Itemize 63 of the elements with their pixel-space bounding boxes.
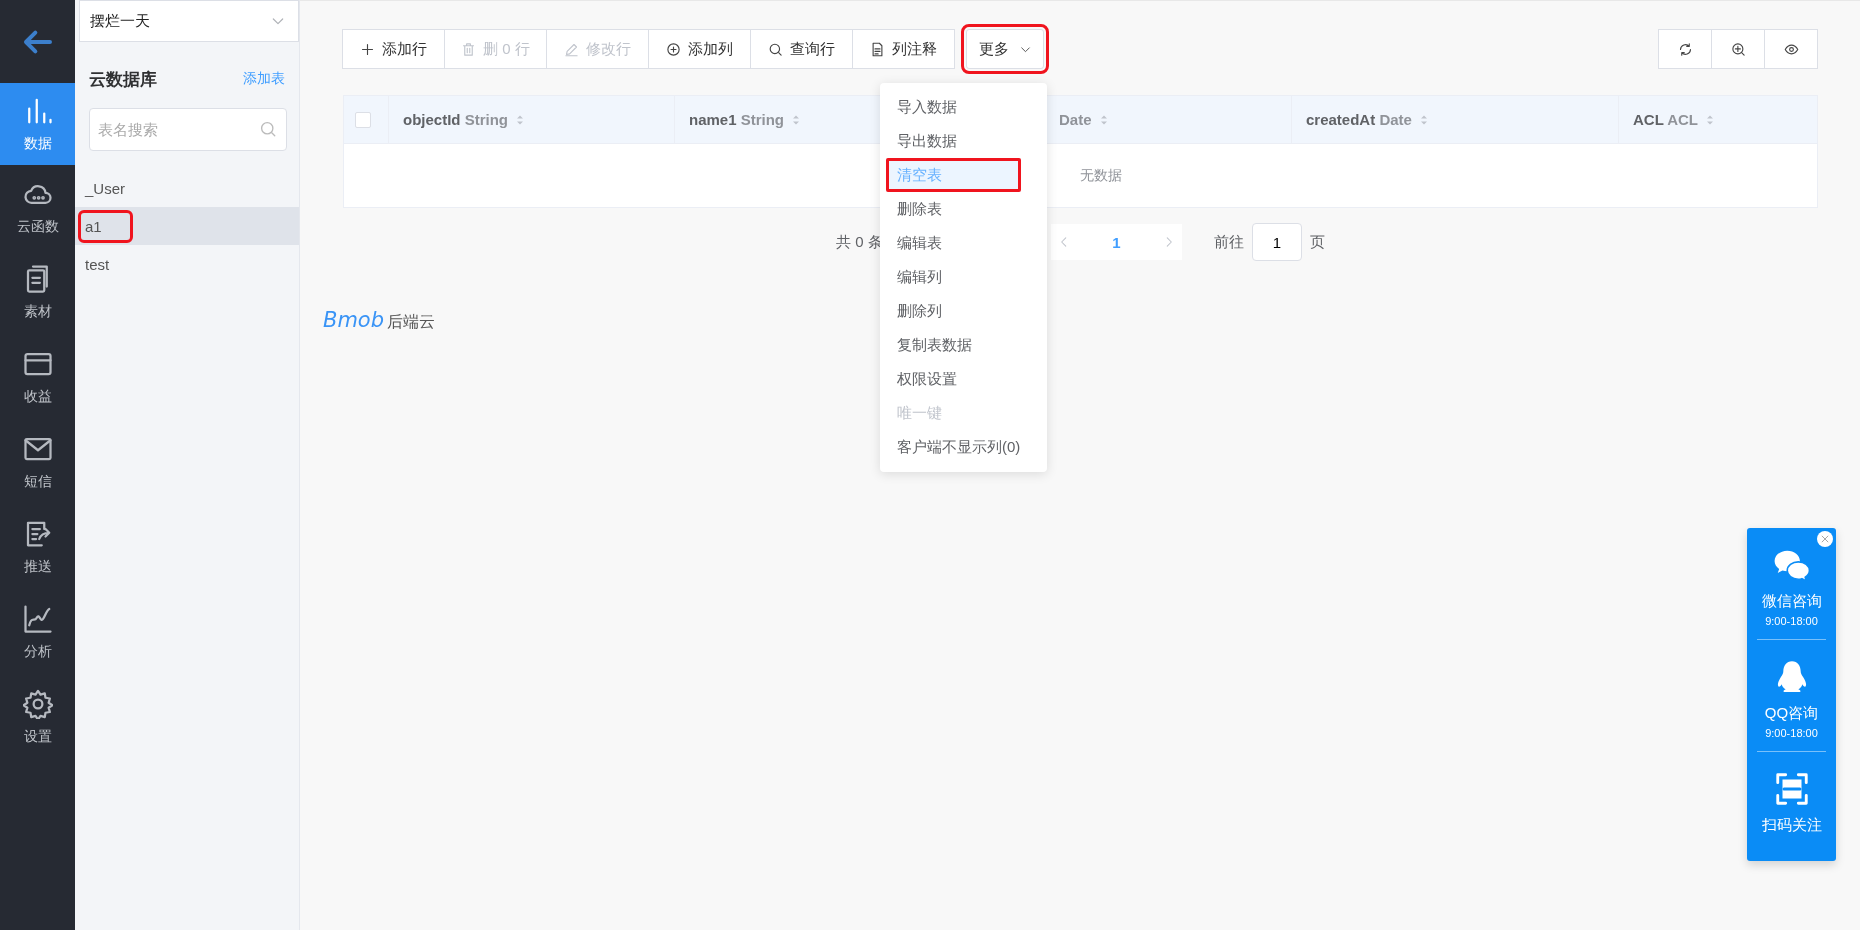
menu-item[interactable]: 导出数据 bbox=[880, 124, 1047, 158]
page-input[interactable]: 1 bbox=[1251, 223, 1302, 261]
menu-item[interactable]: 导入数据 bbox=[880, 90, 1047, 124]
plus-circle-icon bbox=[666, 41, 681, 57]
column-header: createdAt Date bbox=[1306, 111, 1412, 128]
menu-item[interactable]: 删除列 bbox=[880, 294, 1047, 328]
goto-label: 前往 bbox=[1213, 232, 1244, 252]
nav-item[interactable]: 设置 bbox=[0, 675, 75, 760]
search-field[interactable]: 表名搜索 bbox=[89, 108, 287, 151]
eye-button[interactable] bbox=[1764, 29, 1818, 69]
service-hours: 9:00-18:00 bbox=[1765, 727, 1818, 739]
gear-icon bbox=[22, 689, 53, 719]
zoom-in-icon bbox=[1730, 41, 1746, 57]
table-name: test bbox=[84, 254, 111, 275]
contact-label[interactable]: 微信咨询 bbox=[1761, 592, 1822, 611]
nav-item[interactable]: 短信 bbox=[0, 420, 75, 505]
refresh-button[interactable] bbox=[1658, 29, 1712, 69]
logo-caption: 后端云 bbox=[387, 312, 436, 332]
column-header: ACL ACL bbox=[1633, 111, 1698, 128]
table-name: _User bbox=[83, 178, 126, 199]
nav-item[interactable]: 分析 bbox=[0, 590, 75, 675]
table-list-item[interactable]: a1 bbox=[75, 207, 299, 245]
toolbar-button[interactable]: 查询行 bbox=[750, 29, 853, 69]
pen-icon bbox=[564, 41, 579, 57]
select-all-checkbox[interactable] bbox=[355, 111, 371, 128]
project-select[interactable]: 摆烂一天 bbox=[79, 0, 299, 42]
plus-icon bbox=[360, 41, 375, 57]
eye-icon bbox=[1783, 41, 1799, 57]
close-icon[interactable] bbox=[1817, 531, 1833, 547]
contact-label[interactable]: QQ咨询 bbox=[1764, 704, 1819, 723]
empty-text: 无数据 bbox=[1079, 166, 1122, 185]
menu-item[interactable]: 权限设置 bbox=[880, 362, 1047, 396]
column-header: objectId String bbox=[403, 111, 509, 128]
document-icon bbox=[870, 41, 885, 57]
menu-item[interactable]: 删除表 bbox=[880, 192, 1047, 226]
contact-label[interactable]: 扫码关注 bbox=[1761, 816, 1822, 835]
zoom-in-button[interactable] bbox=[1711, 29, 1765, 69]
service-hours: 9:00-18:00 bbox=[1765, 615, 1818, 627]
brand-logo: Bmob bbox=[323, 308, 385, 332]
search-icon bbox=[768, 41, 783, 57]
table-name: a1 bbox=[81, 212, 130, 240]
toolbar-button[interactable]: 添加列 bbox=[648, 29, 751, 69]
toolbar-button[interactable]: 列注释 bbox=[852, 29, 955, 69]
menu-item[interactable]: 编辑列 bbox=[880, 260, 1047, 294]
column-header: Date bbox=[1059, 111, 1092, 128]
search-icon bbox=[259, 120, 277, 138]
nav-item[interactable]: 推送 bbox=[0, 505, 75, 590]
menu-item[interactable]: 客户端不显示列(0) bbox=[880, 430, 1047, 464]
table-list-item[interactable]: _User bbox=[75, 169, 299, 207]
nav-item[interactable]: 素材 bbox=[0, 250, 75, 335]
nav-item[interactable]: 数据 bbox=[0, 83, 75, 165]
column-header: name1 String bbox=[689, 111, 785, 128]
nav-item[interactable]: 收益 bbox=[0, 335, 75, 420]
table-list-item[interactable]: test bbox=[75, 245, 299, 283]
toolbar-button[interactable]: 添加行 bbox=[342, 29, 445, 69]
menu-item[interactable]: 编辑表 bbox=[880, 226, 1047, 260]
page-suffix: 页 bbox=[1309, 232, 1325, 252]
menu-item[interactable]: 复制表数据 bbox=[880, 328, 1047, 362]
panel-title: 云数据库 bbox=[89, 68, 157, 91]
line-chart-icon bbox=[22, 604, 53, 634]
nav-item[interactable]: 云函数 bbox=[0, 165, 75, 250]
refresh-icon bbox=[1677, 41, 1693, 57]
trash-icon bbox=[461, 41, 477, 57]
